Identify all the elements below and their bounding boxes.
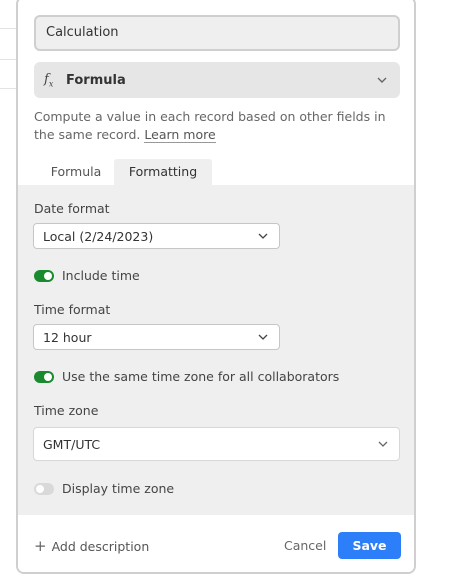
field-type-label: Formula bbox=[66, 72, 126, 88]
date-format-value: Local (2/24/2023) bbox=[43, 228, 154, 244]
field-description: Compute a value in each record based on … bbox=[34, 108, 394, 144]
chevron-down-icon bbox=[258, 334, 268, 340]
tab-bar: Formula Formatting bbox=[18, 159, 414, 185]
add-description-button[interactable]: + Add description bbox=[34, 537, 149, 555]
formatting-section: Date format Local (2/24/2023) Include ti… bbox=[18, 185, 414, 515]
field-name-input[interactable]: Calculation bbox=[34, 15, 400, 51]
date-format-select[interactable]: Local (2/24/2023) bbox=[33, 223, 280, 249]
date-format-label: Date format bbox=[34, 201, 110, 216]
time-format-label: Time format bbox=[34, 302, 111, 317]
time-zone-value: GMT/UTC bbox=[43, 436, 101, 452]
tab-formula[interactable]: Formula bbox=[42, 159, 110, 185]
chevron-down-icon bbox=[377, 77, 387, 83]
include-time-row: Include time bbox=[34, 268, 140, 283]
time-format-select[interactable]: 12 hour bbox=[33, 324, 280, 350]
include-time-toggle[interactable] bbox=[34, 269, 54, 282]
time-zone-label: Time zone bbox=[34, 403, 99, 418]
field-type-select[interactable]: fx Formula bbox=[34, 62, 400, 98]
display-timezone-toggle[interactable] bbox=[34, 482, 54, 495]
include-time-label: Include time bbox=[62, 268, 140, 283]
same-timezone-label: Use the same time zone for all collabora… bbox=[62, 369, 340, 384]
display-timezone-row: Display time zone bbox=[34, 481, 174, 496]
tab-formatting[interactable]: Formatting bbox=[114, 159, 212, 185]
time-zone-select[interactable]: GMT/UTC bbox=[33, 427, 400, 461]
field-config-panel: Calculation fx Formula Compute a value i… bbox=[16, 0, 416, 574]
save-button[interactable]: Save bbox=[338, 532, 401, 559]
same-timezone-toggle[interactable] bbox=[34, 370, 54, 383]
display-timezone-label: Display time zone bbox=[62, 481, 175, 496]
fx-icon: fx bbox=[44, 71, 54, 89]
time-format-value: 12 hour bbox=[43, 329, 92, 345]
add-description-label: Add description bbox=[51, 538, 150, 554]
chevron-down-icon bbox=[258, 233, 268, 239]
chevron-down-icon bbox=[378, 441, 388, 447]
plus-icon: + bbox=[34, 537, 47, 555]
panel-footer: + Add description Cancel Save bbox=[18, 515, 414, 572]
learn-more-link[interactable]: Learn more bbox=[144, 127, 216, 143]
same-timezone-row: Use the same time zone for all collabora… bbox=[34, 369, 339, 384]
cancel-button[interactable]: Cancel bbox=[284, 538, 326, 553]
